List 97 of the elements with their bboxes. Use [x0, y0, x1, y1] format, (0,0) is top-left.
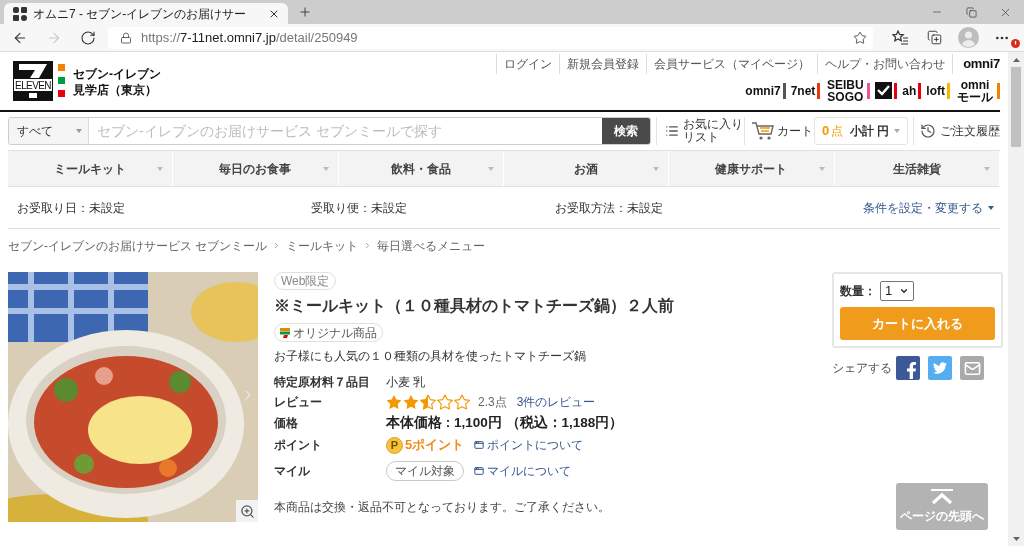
- points-info-link[interactable]: ポイントについて: [487, 436, 584, 454]
- delivery-condition: 受取り便：未設定: [311, 199, 408, 217]
- scroll-down-icon[interactable]: [1012, 537, 1020, 541]
- category-tab[interactable]: 飲料・食品: [338, 151, 504, 186]
- window-icon: [474, 440, 485, 450]
- cart-button[interactable]: カート: [744, 117, 815, 145]
- category-tab[interactable]: 健康サポート: [669, 151, 835, 186]
- favorites-list-button[interactable]: お気に入り リスト: [656, 117, 745, 145]
- product-description: お子様にも人気の１０種類の具材を使ったトマトチーズ鍋: [274, 349, 586, 364]
- review-score: 2.3点: [478, 394, 507, 411]
- brand-logo[interactable]: loft: [926, 84, 945, 97]
- search-button[interactable]: 検索: [602, 118, 651, 144]
- brand-logo[interactable]: ah: [902, 84, 917, 97]
- caret-down-icon: [983, 166, 990, 171]
- caret-down-icon: [818, 166, 825, 171]
- checkmark-logo-icon[interactable]: [875, 82, 893, 99]
- half-star-icon: [420, 394, 436, 410]
- price-text: 本体価格 : 1,100円 （税込：1,188円）: [386, 413, 624, 432]
- favorite-star-icon[interactable]: [853, 30, 867, 45]
- breadcrumb-link[interactable]: セブン-イレブンのお届けサービス セブンミール: [8, 236, 268, 255]
- cart-icon: [751, 121, 776, 141]
- zoom-in-icon: [239, 503, 255, 519]
- caret-down-icon: [488, 166, 494, 171]
- scroll-up-icon[interactable]: [1012, 58, 1020, 62]
- cart-summary-dropdown[interactable]: 0 点 小計 円: [814, 117, 908, 145]
- refresh-icon[interactable]: [80, 29, 96, 46]
- star-icon: [386, 394, 402, 410]
- points-coin: P: [386, 436, 403, 454]
- caret-down-icon: [76, 129, 82, 133]
- scrollbar-thumb[interactable]: [1011, 67, 1021, 147]
- twitter-icon[interactable]: [928, 356, 952, 380]
- brand-logo[interactable]: 7net: [790, 84, 816, 97]
- header-link[interactable]: 会員サービス（マイページ）: [646, 54, 818, 74]
- delivery-condition: お受取方法：未設定: [555, 199, 664, 217]
- category-tab[interactable]: ミールキット: [8, 151, 174, 186]
- brand-wordmark[interactable]: omni7: [952, 54, 1000, 74]
- browser-tab[interactable]: オムニ7 - セブン-イレブンのお届けサー: [4, 3, 288, 24]
- address-bar[interactable]: https://7-11net.omni7.jp/detail/250949: [108, 26, 873, 49]
- collections-icon[interactable]: [926, 30, 942, 45]
- caret-down-icon: [157, 166, 164, 171]
- caret-down-icon: [988, 205, 994, 210]
- empty-star-icon: [437, 394, 453, 410]
- store-branch: 見学店（東京）: [73, 82, 158, 98]
- breadcrumb-current-page: 毎日選べるメニュー: [377, 237, 486, 255]
- history-icon: [920, 123, 936, 139]
- spec-label: 価格: [274, 415, 299, 432]
- category-tab[interactable]: 生活雑貨: [834, 151, 1000, 186]
- header-link[interactable]: ヘルプ・お問い合わせ: [817, 54, 953, 74]
- caret-down-icon: [322, 166, 329, 171]
- stripes-logo-icon: [280, 327, 290, 338]
- caret-down-icon: [894, 129, 900, 133]
- category-tab[interactable]: お酒: [504, 151, 670, 186]
- category-select[interactable]: すべて: [9, 118, 89, 144]
- new-tab-icon[interactable]: [298, 5, 312, 19]
- mail-icon[interactable]: [960, 356, 984, 380]
- list-icon: [665, 124, 680, 138]
- lock-icon: [120, 31, 132, 44]
- delivery-condition: お受取り日：未設定: [17, 199, 126, 217]
- store-logo[interactable]: ELEVEN: [13, 61, 53, 101]
- brand-logo[interactable]: omni モール: [955, 78, 995, 103]
- grid-logo-icon: [13, 6, 27, 21]
- quantity-select[interactable]: 1: [880, 281, 914, 301]
- zoom-button[interactable]: [236, 500, 258, 522]
- reviews-link[interactable]: 3件のレビュー: [516, 393, 596, 411]
- up-chevron-icon: [931, 488, 953, 505]
- chevron-down-icon: [899, 286, 909, 296]
- spec-label: 特定原材料７品目: [274, 374, 371, 391]
- brand-logo[interactable]: SEIBU SOGO: [825, 78, 866, 103]
- restore-icon[interactable]: [965, 6, 977, 18]
- spec-value: 小麦 乳: [386, 374, 426, 391]
- breadcrumb-link[interactable]: ミールキット: [286, 236, 359, 255]
- header-link[interactable]: 新規会員登録: [559, 54, 647, 74]
- points-value: 5ポイント: [405, 436, 465, 455]
- scrollbar[interactable]: [1008, 52, 1024, 546]
- alert-badge-icon: [1011, 38, 1020, 48]
- spec-label: ポイント: [274, 437, 323, 454]
- caret-down-icon: [653, 166, 660, 171]
- favorites-icon[interactable]: [892, 30, 908, 45]
- spec-label: レビュー: [274, 394, 323, 411]
- window-icon: [474, 466, 484, 476]
- miles-info-link[interactable]: マイルについて: [487, 462, 571, 480]
- spec-label: マイル: [274, 463, 311, 480]
- quantity-label: 数量：: [840, 283, 876, 300]
- change-conditions-link[interactable]: 条件を設定・変更する: [863, 198, 1000, 217]
- header-link[interactable]: ログイン: [496, 54, 560, 74]
- store-name: セブン-イレブン: [73, 66, 161, 82]
- facebook-icon[interactable]: [896, 356, 920, 380]
- star-icon: [403, 394, 419, 410]
- logo-squares-drawing: [58, 64, 65, 97]
- url-text: https://7-11net.omni7.jp/detail/250949: [141, 28, 358, 47]
- return-notice: 本商品は交換・返品不可となっております。ご了承ください。: [274, 500, 610, 515]
- empty-star-icon: [454, 394, 470, 410]
- product-title: ※ミールキット（１０種具材のトマトチーズ鍋）２人前: [274, 296, 674, 316]
- brand-logo[interactable]: omni7: [745, 84, 781, 97]
- share-label: シェアする: [832, 360, 892, 377]
- category-tab[interactable]: 毎日のお食事: [173, 151, 339, 186]
- order-history-button[interactable]: ご注文履歴: [913, 117, 1000, 145]
